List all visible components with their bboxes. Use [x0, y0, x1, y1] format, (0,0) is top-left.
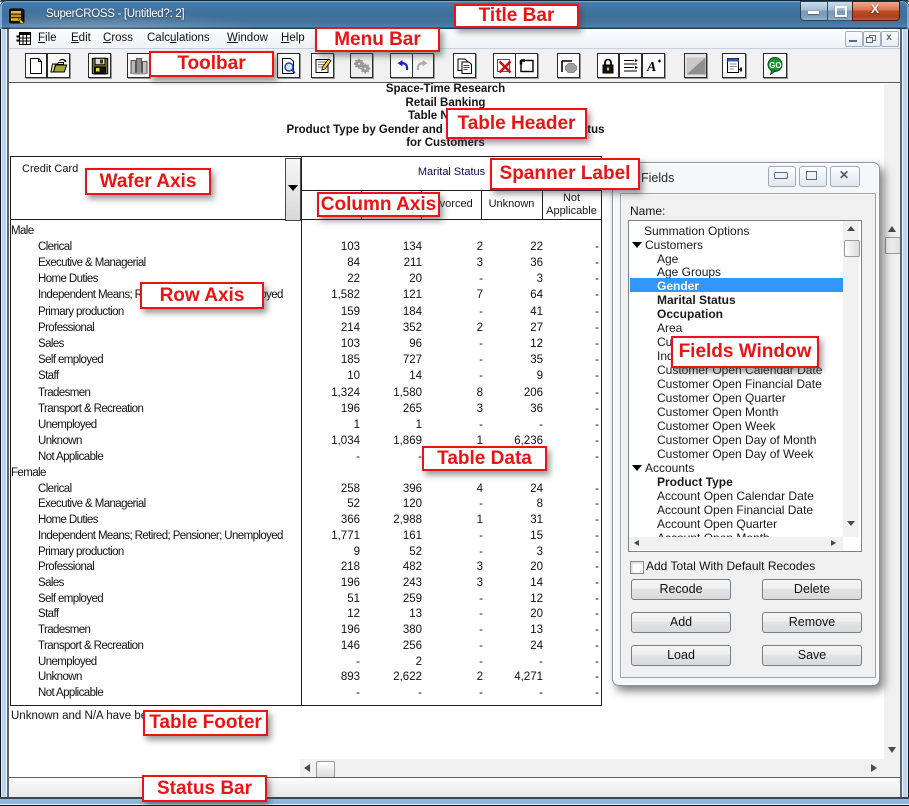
svg-text:A: A: [646, 60, 656, 74]
svg-text:GO: GO: [769, 61, 781, 70]
